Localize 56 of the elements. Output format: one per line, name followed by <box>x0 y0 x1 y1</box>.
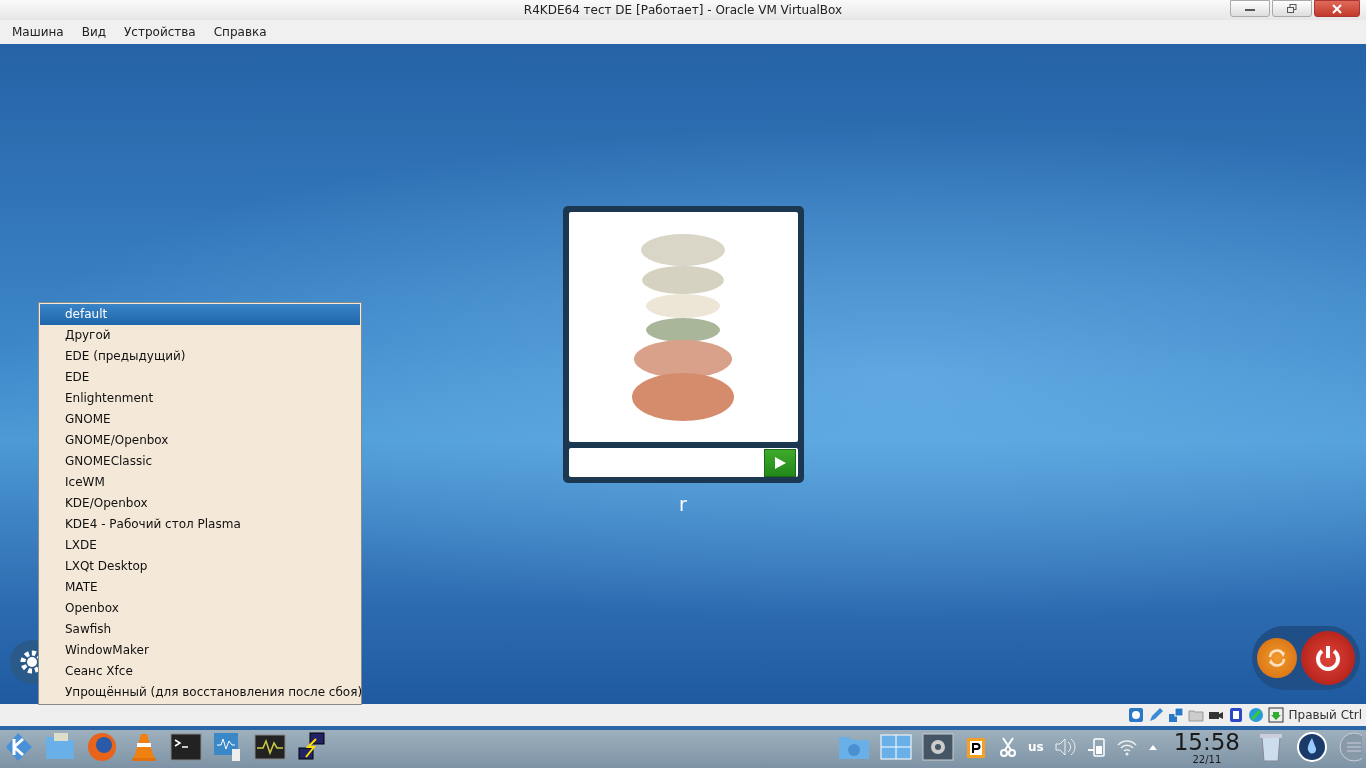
session-option[interactable]: Сеанс Xfce <box>40 661 360 682</box>
session-option[interactable]: default <box>40 304 360 325</box>
clock-time: 15:58 <box>1173 729 1240 754</box>
power-icon <box>1313 643 1343 673</box>
volume-icon[interactable] <box>1053 736 1076 758</box>
session-option[interactable]: Enlightenment <box>40 388 360 409</box>
menu-item[interactable]: Устройства <box>116 23 204 41</box>
k-logo-icon[interactable] <box>4 731 34 763</box>
session-option[interactable]: KDE/Openbox <box>40 493 360 514</box>
session-option[interactable]: Sawfish <box>40 619 360 640</box>
session-option[interactable]: GNOME <box>40 409 360 430</box>
battery-plug-icon[interactable] <box>1085 736 1106 758</box>
session-option[interactable]: EDE <box>40 367 360 388</box>
window-title: R4KDE64 тест DE [Работает] - Oracle VM VirtualBox <box>523 3 843 17</box>
menu-item[interactable]: Справка <box>205 23 275 41</box>
host-key-label: Правый Ctrl <box>1288 708 1362 722</box>
username: r <box>679 493 687 515</box>
connected-computers-icon[interactable] <box>296 731 328 763</box>
minimize-button[interactable] <box>1230 0 1270 17</box>
terminal-icon[interactable] <box>170 731 202 763</box>
restart-button[interactable] <box>1257 638 1297 678</box>
restore-button[interactable] <box>1272 0 1312 17</box>
password-field[interactable] <box>568 448 798 477</box>
play-icon <box>772 455 787 470</box>
session-option[interactable]: IceWM <box>40 472 360 493</box>
session-option[interactable]: Другой <box>40 325 360 346</box>
drop-orb-icon[interactable] <box>1296 731 1328 763</box>
clock[interactable]: 15:58 22/11 <box>1173 729 1240 765</box>
session-option[interactable]: GNOMEClassic <box>40 451 360 472</box>
download-icon[interactable] <box>1268 707 1285 723</box>
session-option[interactable]: Упрощённый (для восстановления после сбоя) <box>40 682 360 703</box>
clock-date: 22/11 <box>1192 753 1222 765</box>
session-option[interactable]: WindowMaker <box>40 640 360 661</box>
session-option[interactable]: MATE <box>40 577 360 598</box>
menu-item[interactable]: Вид <box>73 23 114 41</box>
session-option[interactable]: KDE4 - Рабочий стол Plasma <box>40 514 360 535</box>
menu-item[interactable]: Машина <box>4 23 72 41</box>
session-option[interactable]: Openbox <box>40 598 360 619</box>
close-icon <box>1332 3 1342 14</box>
activity-monitor-icon[interactable] <box>254 731 286 763</box>
clipboard-icon[interactable] <box>964 735 988 759</box>
scissors-icon[interactable] <box>998 736 1018 758</box>
power-button[interactable] <box>1301 631 1355 685</box>
wifi-icon[interactable] <box>1115 737 1138 757</box>
network-icon[interactable] <box>1168 707 1185 723</box>
login-button[interactable] <box>763 448 796 477</box>
session-option[interactable]: EDE (предыдущий) <box>40 346 360 367</box>
session-option[interactable]: LXDE <box>40 535 360 556</box>
expand-arrow-icon[interactable] <box>1147 743 1158 751</box>
session-option[interactable]: LXQt Desktop <box>40 556 360 577</box>
pencil-icon[interactable] <box>1148 707 1165 723</box>
refresh-icon <box>1266 647 1288 669</box>
close-button[interactable] <box>1314 0 1360 17</box>
chip-icon[interactable] <box>1228 707 1245 723</box>
session-option[interactable]: GNOME/Openbox <box>40 430 360 451</box>
restore-icon <box>1287 4 1297 13</box>
